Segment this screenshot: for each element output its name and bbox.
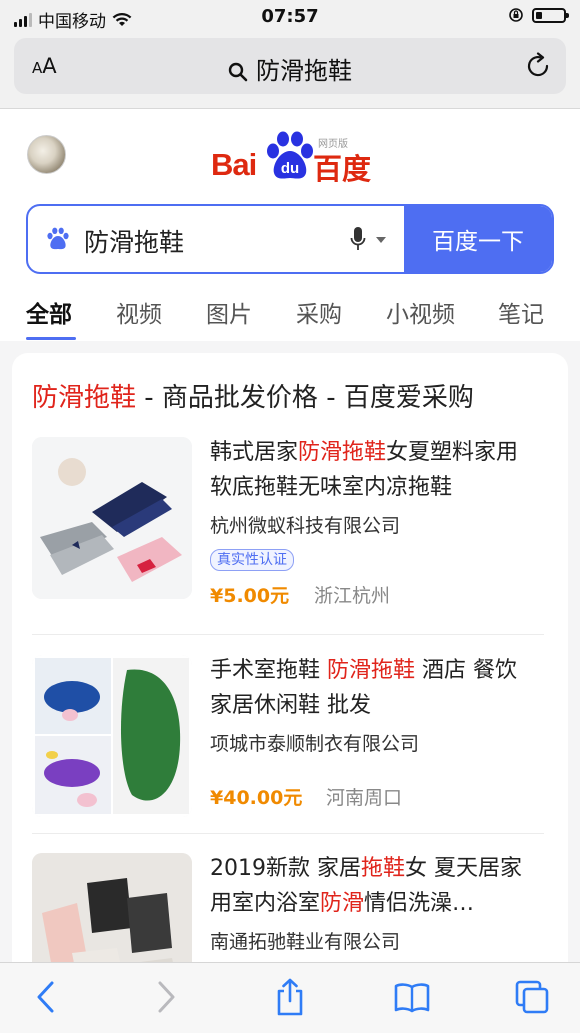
forward-icon: [158, 981, 175, 1013]
status-bar: 中国移动 07:57: [0, 0, 580, 34]
baidu-search-box[interactable]: 防滑拖鞋 百度一下: [26, 204, 554, 274]
product-title[interactable]: 手术室拖鞋 防滑拖鞋 酒店 餐饮 家居休闲鞋 批发: [210, 653, 540, 723]
bath-slippers-image: [32, 853, 192, 962]
divider: [32, 833, 544, 834]
bookmarks-button[interactable]: [392, 977, 432, 1017]
search-icon: [228, 62, 248, 82]
address-query[interactable]: 防滑拖鞋: [14, 51, 566, 86]
active-tab-indicator: [26, 337, 76, 340]
location: 河南周口: [326, 787, 403, 809]
battery-icon: [532, 7, 569, 23]
baidu-logo[interactable]: Bai du 网页版 百度: [211, 131, 371, 186]
back-button[interactable]: [26, 977, 66, 1017]
company-name[interactable]: 杭州微蚁科技有限公司: [210, 511, 400, 538]
tab-short-video[interactable]: 小视频: [386, 295, 455, 329]
product-title[interactable]: 2019新款 家居拖鞋女 夏天居家用室内浴室防滑情侣洗澡…: [210, 851, 540, 921]
search-tabs: 全部 视频 图片 采购 小视频 笔记: [0, 291, 580, 341]
company-name[interactable]: 南通拓驰鞋业有限公司: [210, 927, 400, 954]
address-bar[interactable]: AA 防滑拖鞋: [14, 38, 566, 94]
product-item[interactable]: 韩式居家防滑拖鞋女夏塑料家用软底拖鞋无味室内凉拖鞋 杭州微蚁科技有限公司 真实性…: [32, 437, 544, 627]
price: ¥40.00元: [210, 787, 303, 809]
search-button[interactable]: 百度一下: [404, 206, 552, 272]
tabs-icon: [515, 980, 549, 1014]
slippers-image: [32, 437, 192, 599]
clock: 07:57: [261, 6, 319, 27]
forward-button[interactable]: [146, 977, 186, 1017]
baidu-paw-icon: [47, 227, 69, 250]
tabs-button[interactable]: [512, 977, 552, 1017]
divider: [32, 634, 544, 635]
bookmarks-icon: [394, 983, 430, 1013]
logo-bai-text: Bai: [211, 147, 257, 182]
microphone-icon[interactable]: [350, 226, 366, 252]
chevron-down-icon[interactable]: [376, 237, 386, 243]
product-image[interactable]: [32, 655, 192, 817]
company-name[interactable]: 项城市泰顺制衣有限公司: [210, 729, 419, 756]
baidu-paw-logo-icon: du: [267, 131, 313, 179]
verification-badge: 真实性认证: [210, 549, 294, 571]
clogs-image: [32, 655, 192, 817]
avatar[interactable]: [27, 135, 66, 174]
product-item[interactable]: 2019新款 家居拖鞋女 夏天居家用室内浴室防滑情侣洗澡… 南通拓驰鞋业有限公司: [32, 853, 544, 962]
product-item[interactable]: 手术室拖鞋 防滑拖鞋 酒店 餐饮 家居休闲鞋 批发 项城市泰顺制衣有限公司 ¥4…: [32, 655, 544, 845]
product-image[interactable]: [32, 437, 192, 599]
product-image[interactable]: [32, 853, 192, 962]
share-button[interactable]: [270, 977, 310, 1017]
back-icon: [37, 981, 54, 1013]
share-icon: [277, 978, 303, 1016]
tab-video[interactable]: 视频: [116, 295, 162, 329]
result-card[interactable]: 防滑拖鞋 - 商品批发价格 - 百度爱采购 韩式居家防滑拖鞋女夏塑料家用软底拖鞋…: [12, 353, 568, 962]
search-input[interactable]: 防滑拖鞋: [84, 223, 184, 259]
price: ¥5.00元: [210, 585, 290, 607]
tab-all[interactable]: 全部: [26, 295, 72, 329]
status-icons: [508, 7, 569, 23]
page-content: Bai du 网页版 百度 防滑拖鞋 百度一下 全部 视频 图片 采购 小视频 …: [0, 109, 580, 962]
location: 浙江杭州: [314, 585, 391, 607]
browser-address-area: AA 防滑拖鞋: [0, 34, 580, 109]
tab-images[interactable]: 图片: [206, 295, 252, 329]
orientation-lock-icon: [509, 8, 523, 22]
logo-cn-text: 百度: [313, 152, 372, 186]
tab-notes[interactable]: 笔记: [498, 295, 544, 329]
browser-toolbar: [0, 962, 580, 1033]
logo-du-text: du: [281, 160, 299, 177]
result-title[interactable]: 防滑拖鞋 - 商品批发价格 - 百度爱采购: [32, 377, 474, 414]
tab-purchase[interactable]: 采购: [296, 295, 342, 329]
product-title[interactable]: 韩式居家防滑拖鞋女夏塑料家用软底拖鞋无味室内凉拖鞋: [210, 435, 540, 505]
reload-icon[interactable]: [526, 52, 552, 80]
